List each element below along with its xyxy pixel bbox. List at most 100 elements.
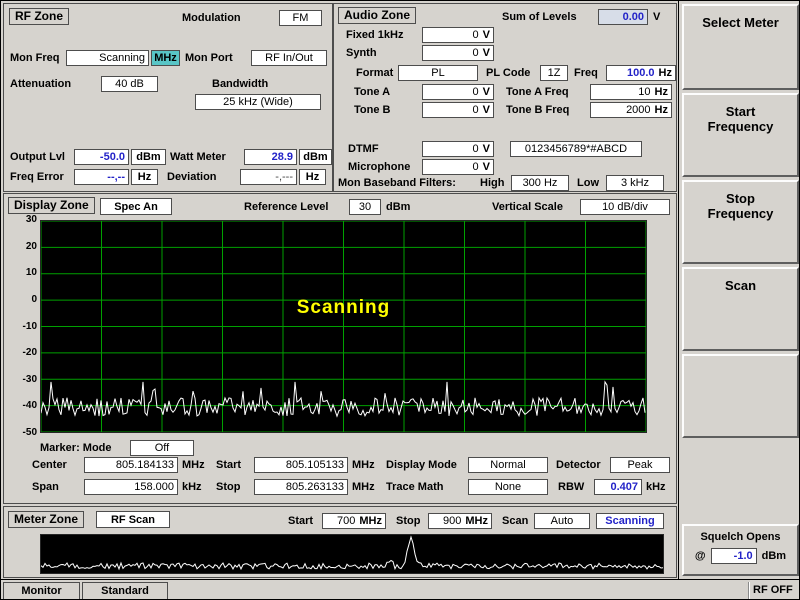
squelch-level-value: -1.0 [734, 550, 753, 562]
span-field[interactable]: 158.000 [84, 479, 178, 495]
trace-math-field[interactable]: None [468, 479, 548, 495]
format-value: PL [431, 67, 444, 79]
center-freq-field[interactable]: 805.184133 [84, 457, 178, 473]
baseband-filters-label: Mon Baseband Filters: [338, 177, 456, 189]
rf-scan-trace [41, 535, 663, 573]
attenuation-field[interactable]: 40 dB [101, 76, 158, 92]
low-filter-label: Low [577, 177, 599, 189]
scan-mode-field[interactable]: Auto [534, 513, 590, 529]
blank-softkey-button[interactable] [682, 354, 799, 438]
deviation-value: -,--- [275, 171, 293, 183]
display-zone-title[interactable]: Display Zone [8, 197, 95, 214]
scan-mode-value: Auto [551, 515, 574, 527]
synth-field[interactable]: 0V [422, 45, 494, 61]
audio-zone-title[interactable]: Audio Zone [338, 7, 416, 24]
detector-field[interactable]: Peak [610, 457, 670, 473]
deviation-label: Deviation [167, 171, 217, 183]
detector-label: Detector [556, 459, 601, 471]
mon-freq-value: Scanning [99, 52, 145, 64]
microphone-label: Microphone [348, 161, 410, 173]
bandwidth-value: 25 kHz (Wide) [223, 96, 293, 108]
high-filter-field[interactable]: 300 Hz [511, 175, 569, 191]
output-lvl-unit[interactable]: dBm [131, 149, 166, 165]
scan-stop-field[interactable]: 900MHz [428, 513, 492, 529]
bandwidth-field[interactable]: 25 kHz (Wide) [195, 94, 321, 110]
y-axis-tick: -20 [6, 347, 37, 358]
deviation-unit: Hz [299, 169, 326, 185]
rf-scan-display[interactable] [40, 534, 664, 574]
meter-mode-selector[interactable]: RF Scan [96, 511, 170, 528]
attenuation-value: 40 dB [115, 78, 144, 90]
tone-a-field[interactable]: 0V [422, 84, 494, 100]
start-freq-value: 805.105133 [286, 459, 344, 471]
stop-frequency-button[interactable]: Stop Frequency [682, 180, 799, 264]
stop-freq-field[interactable]: 805.263133 [254, 479, 348, 495]
marker-mode-field[interactable]: Off [130, 440, 194, 456]
display-zone: Display Zone Spec An Reference Level 30 … [3, 193, 677, 504]
format-label: Format [356, 67, 393, 79]
reference-level-field[interactable]: 30 [349, 199, 381, 215]
scan-start-value: 700 [326, 515, 355, 527]
dtmf-level-field[interactable]: 0V [422, 141, 494, 157]
tone-a-freq-field[interactable]: 10Hz [590, 84, 672, 100]
mon-freq-unit-toggle[interactable]: MHz [151, 50, 180, 66]
stop-label: Stop [216, 481, 240, 493]
status-divider [748, 582, 749, 600]
pl-code-value: 1Z [548, 67, 561, 79]
scan-button[interactable]: Scan [682, 267, 799, 351]
tone-b-freq-field[interactable]: 2000Hz [590, 102, 672, 118]
modulation-value: FM [293, 12, 309, 24]
marker-mode-label: Marker: Mode [40, 442, 112, 454]
mon-port-field[interactable]: RF In/Out [251, 50, 327, 66]
dtmf-label: DTMF [348, 143, 379, 155]
start-label: Start [216, 459, 241, 471]
squelch-level-field[interactable]: -1.0 [711, 548, 757, 564]
spectrum-display[interactable]: Scanning [40, 220, 647, 433]
tone-a-unit: V [483, 86, 490, 98]
mon-freq-field[interactable]: Scanning [66, 50, 149, 66]
synth-label: Synth [346, 47, 377, 59]
tone-a-freq-unit: Hz [655, 86, 668, 98]
display-mode-selector[interactable]: Spec An [100, 198, 172, 215]
vertical-scale-field[interactable]: 10 dB/div [580, 199, 670, 215]
start-freq-unit: MHz [352, 459, 375, 471]
freq-error-value: --,-- [107, 171, 125, 183]
scan-status-field: Scanning [596, 513, 664, 529]
y-axis-tick: 10 [6, 267, 37, 278]
watt-meter-unit[interactable]: dBm [299, 149, 332, 165]
dtmf-string-field[interactable]: 0123456789*#ABCD [510, 141, 642, 157]
synth-value: 0 [426, 47, 479, 59]
select-meter-button[interactable]: Select Meter [682, 4, 799, 90]
pl-code-field[interactable]: 1Z [540, 65, 568, 81]
format-field[interactable]: PL [398, 65, 478, 81]
trace-display-mode-field[interactable]: Normal [468, 457, 548, 473]
meter-zone-title[interactable]: Meter Zone [8, 511, 84, 528]
microphone-field[interactable]: 0V [422, 159, 494, 175]
squelch-unit: dBm [762, 550, 786, 562]
freq-error-field: --,-- [74, 169, 129, 185]
start-frequency-button[interactable]: Start Frequency [682, 93, 799, 177]
tab-monitor[interactable]: Monitor [3, 582, 80, 600]
softkey-sidebar: Select Meter Start Frequency Stop Freque… [678, 1, 800, 579]
modulation-field[interactable]: FM [279, 10, 322, 26]
scan-start-field[interactable]: 700 MHz [322, 513, 386, 529]
low-filter-field[interactable]: 3 kHz [606, 175, 664, 191]
scanning-overlay: Scanning [297, 297, 391, 319]
sum-of-levels-value: 0.00 [623, 11, 644, 23]
start-freq-field[interactable]: 805.105133 [254, 457, 348, 473]
tab-standard[interactable]: Standard [82, 582, 168, 600]
center-label: Center [32, 459, 67, 471]
y-axis-tick: 30 [6, 214, 37, 225]
scan-stop-value: 900 [432, 515, 461, 527]
output-lvl-label: Output Lvl [10, 151, 65, 163]
tone-b-freq-label: Tone B Freq [506, 104, 569, 116]
y-axis-tick: 20 [6, 241, 37, 252]
watt-meter-label: Watt Meter [170, 151, 226, 163]
rf-zone-title[interactable]: RF Zone [9, 8, 69, 25]
scan-start-unit: MHz [359, 515, 382, 527]
fixed-1khz-label: Fixed 1kHz [346, 29, 403, 41]
fixed-1khz-field[interactable]: 0V [422, 27, 494, 43]
output-lvl-field[interactable]: -50.0 [74, 149, 129, 165]
tone-b-field[interactable]: 0V [422, 102, 494, 118]
pl-freq-field[interactable]: 100.0Hz [606, 65, 676, 81]
